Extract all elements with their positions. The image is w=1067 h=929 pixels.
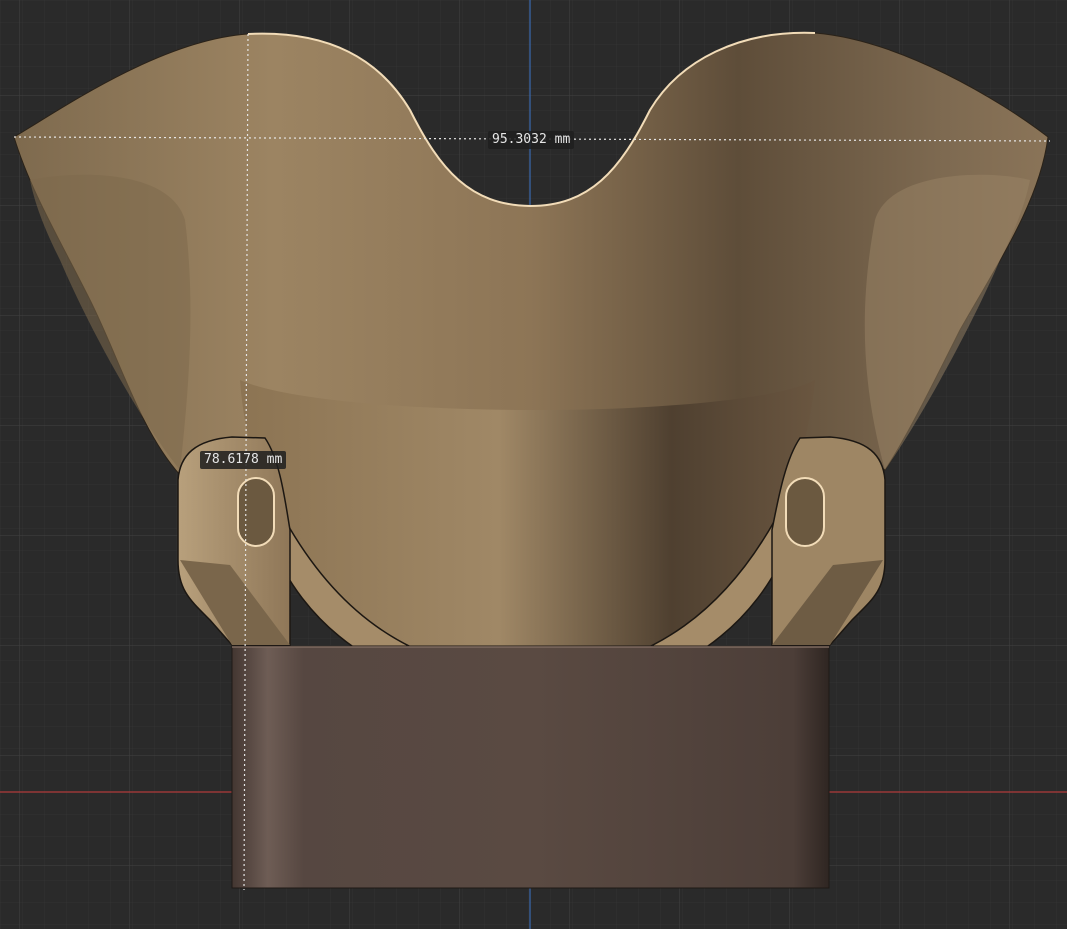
width-measure-label: 95.3032 mm xyxy=(488,131,575,149)
height-measure-label: 78.6178 mm xyxy=(200,451,287,469)
right-ear-slot xyxy=(785,477,825,547)
left-ear-slot xyxy=(237,477,275,547)
model-base-block[interactable] xyxy=(231,645,830,889)
